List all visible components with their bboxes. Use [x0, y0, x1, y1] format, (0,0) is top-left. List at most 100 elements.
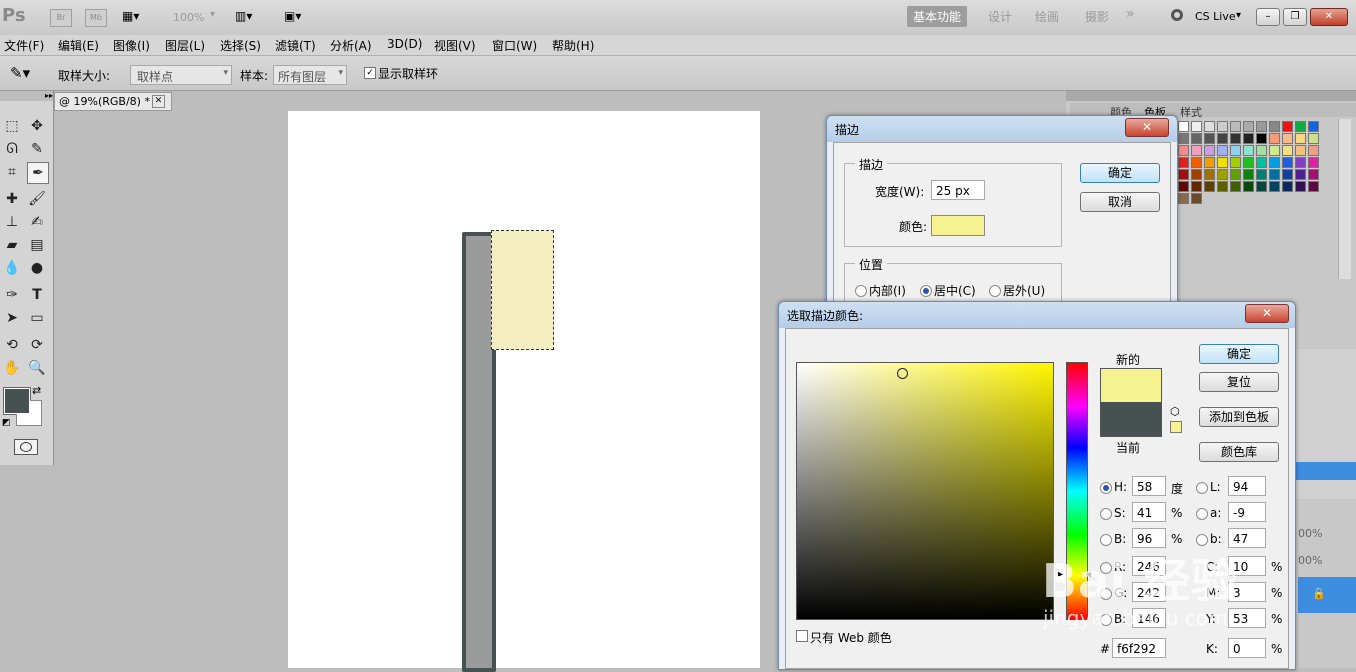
color-swatch[interactable] [1269, 145, 1280, 156]
color-swatch[interactable] [1178, 193, 1189, 204]
color-swatch[interactable] [1204, 157, 1215, 168]
menu-analysis[interactable]: 分析(A) [330, 37, 372, 54]
tab-styles[interactable]: 样式 [1180, 104, 1202, 120]
web-safe-color-swatch[interactable] [1170, 421, 1182, 433]
color-swatch[interactable] [1204, 169, 1215, 180]
menu-window[interactable]: 窗口(W) [492, 37, 537, 54]
k-input[interactable]: 0 [1228, 638, 1266, 658]
restore-button[interactable]: ❐ [1283, 8, 1307, 26]
l-radio[interactable] [1196, 482, 1208, 494]
zoom-dropdown-icon[interactable]: ▾ [210, 9, 215, 20]
color-swatch[interactable] [1230, 169, 1241, 180]
selected-layer-row[interactable] [1296, 462, 1356, 480]
lasso-tool-icon[interactable]: ᘏ [2, 139, 22, 159]
color-swatch[interactable] [1308, 121, 1319, 132]
zoom-tool-icon[interactable]: 🔍 [27, 358, 47, 378]
arrange-documents-icon[interactable]: ▥▾ [235, 9, 269, 25]
menu-filter[interactable]: 滤镜(T) [275, 37, 316, 54]
default-colors-icon[interactable]: ◩ [2, 418, 11, 428]
position-center-radio[interactable] [920, 285, 932, 297]
h-radio[interactable] [1100, 482, 1112, 494]
color-picker-close-button[interactable]: ✕ [1245, 304, 1289, 323]
color-swatch[interactable] [1269, 133, 1280, 144]
workspace-essentials[interactable]: 基本功能 [907, 6, 968, 27]
swap-colors-icon[interactable]: ⇄ [32, 384, 41, 397]
color-swatch[interactable] [1191, 157, 1202, 168]
color-swatch[interactable] [1204, 133, 1215, 144]
color-swatch[interactable] [1269, 157, 1280, 168]
mini-bridge-button[interactable]: Mb [85, 9, 107, 27]
color-swatch[interactable] [1256, 145, 1267, 156]
quick-selection-tool-icon[interactable]: ✎ [27, 139, 47, 159]
color-swatch[interactable] [1191, 193, 1202, 204]
color-swatch[interactable] [1191, 133, 1202, 144]
close-app-button[interactable]: ✕ [1310, 8, 1348, 26]
color-swatch[interactable] [1178, 133, 1189, 144]
color-swatch[interactable] [1230, 145, 1241, 156]
color-field[interactable] [796, 362, 1054, 620]
workspace-photography[interactable]: 摄影 [1085, 8, 1109, 25]
position-outside-radio[interactable] [989, 285, 1001, 297]
color-swatch[interactable] [1256, 181, 1267, 192]
active-layer-row[interactable]: 🔒 [1298, 577, 1356, 613]
healing-brush-tool-icon[interactable]: ✚ [2, 189, 22, 209]
opacity-value[interactable]: 00% [1298, 527, 1322, 540]
brush-tool-icon[interactable]: 🖌 [27, 189, 47, 209]
foreground-color-front[interactable] [4, 388, 30, 414]
color-swatch[interactable] [1243, 157, 1254, 168]
hand-tool-icon[interactable]: ✋ [2, 358, 22, 378]
color-swatch[interactable] [1191, 145, 1202, 156]
color-swatch[interactable] [1217, 169, 1228, 180]
tools-panel-header[interactable]: ▸▸ [0, 91, 53, 101]
color-picker-titlebar[interactable]: 选取描边颜色: ✕ [779, 302, 1295, 328]
color-field-cursor[interactable] [897, 368, 908, 379]
color-swatch[interactable] [1243, 133, 1254, 144]
color-swatch[interactable] [1204, 181, 1215, 192]
color-swatch[interactable] [1178, 169, 1189, 180]
color-swatch[interactable] [1256, 157, 1267, 168]
fill-value[interactable]: 00% [1298, 554, 1322, 567]
show-ring-checkbox[interactable]: ✓ [364, 67, 376, 79]
screen-mode-icon[interactable]: ▣▾ [284, 9, 318, 25]
color-swatch[interactable] [1282, 169, 1293, 180]
color-swatch[interactable] [1204, 121, 1215, 132]
stroke-cancel-button[interactable]: 取消 [1080, 192, 1160, 212]
swatches-grid[interactable] [1178, 121, 1338, 211]
width-input[interactable]: 25 px [931, 180, 985, 200]
color-swatch[interactable] [1295, 157, 1306, 168]
color-swatch[interactable] [1308, 181, 1319, 192]
menu-file[interactable]: 文件(F) [4, 37, 44, 54]
type-tool-icon[interactable]: T [27, 285, 47, 305]
menu-select[interactable]: 选择(S) [220, 37, 261, 54]
eyedropper-preset-icon[interactable]: ✎▾ [10, 64, 30, 82]
hex-input[interactable]: f6f292 [1112, 638, 1166, 658]
color-swatch[interactable] [1243, 121, 1254, 132]
color-swatch[interactable] [1243, 181, 1254, 192]
stroke-dialog-titlebar[interactable]: 描边 ✕ [827, 116, 1177, 142]
color-swatch[interactable] [1308, 169, 1319, 180]
stroke-ok-button[interactable]: 确定 [1080, 163, 1160, 183]
color-swatch[interactable] [1178, 145, 1189, 156]
workspace-painting[interactable]: 绘画 [1035, 8, 1059, 25]
color-swatch[interactable] [1282, 157, 1293, 168]
move-tool-icon[interactable]: ✥ [27, 116, 47, 136]
close-tab-icon[interactable]: ✕ [152, 95, 165, 108]
cs-live-dropdown-icon[interactable]: ▾ [1236, 10, 1241, 21]
position-inside-radio[interactable] [855, 285, 867, 297]
color-swatch[interactable] [1269, 121, 1280, 132]
clone-stamp-tool-icon[interactable]: ⊥ [2, 212, 22, 232]
stroke-color-swatch[interactable] [931, 215, 985, 236]
sample-select[interactable]: 所有图层 ▾ [273, 65, 347, 85]
s-radio[interactable] [1100, 508, 1112, 520]
color-swatch[interactable] [1217, 157, 1228, 168]
picker-reset-button[interactable]: 复位 [1199, 372, 1279, 392]
color-swatch[interactable] [1217, 121, 1228, 132]
bridge-button[interactable]: Br [50, 9, 72, 27]
color-swatch[interactable] [1295, 169, 1306, 180]
color-swatch[interactable] [1282, 121, 1293, 132]
gradient-tool-icon[interactable]: ▤ [27, 235, 47, 255]
color-swatch[interactable] [1178, 181, 1189, 192]
3d-rotate-tool-icon[interactable]: ⟲ [2, 335, 22, 355]
minimize-button[interactable]: – [1256, 8, 1280, 26]
color-swatch[interactable] [1230, 157, 1241, 168]
